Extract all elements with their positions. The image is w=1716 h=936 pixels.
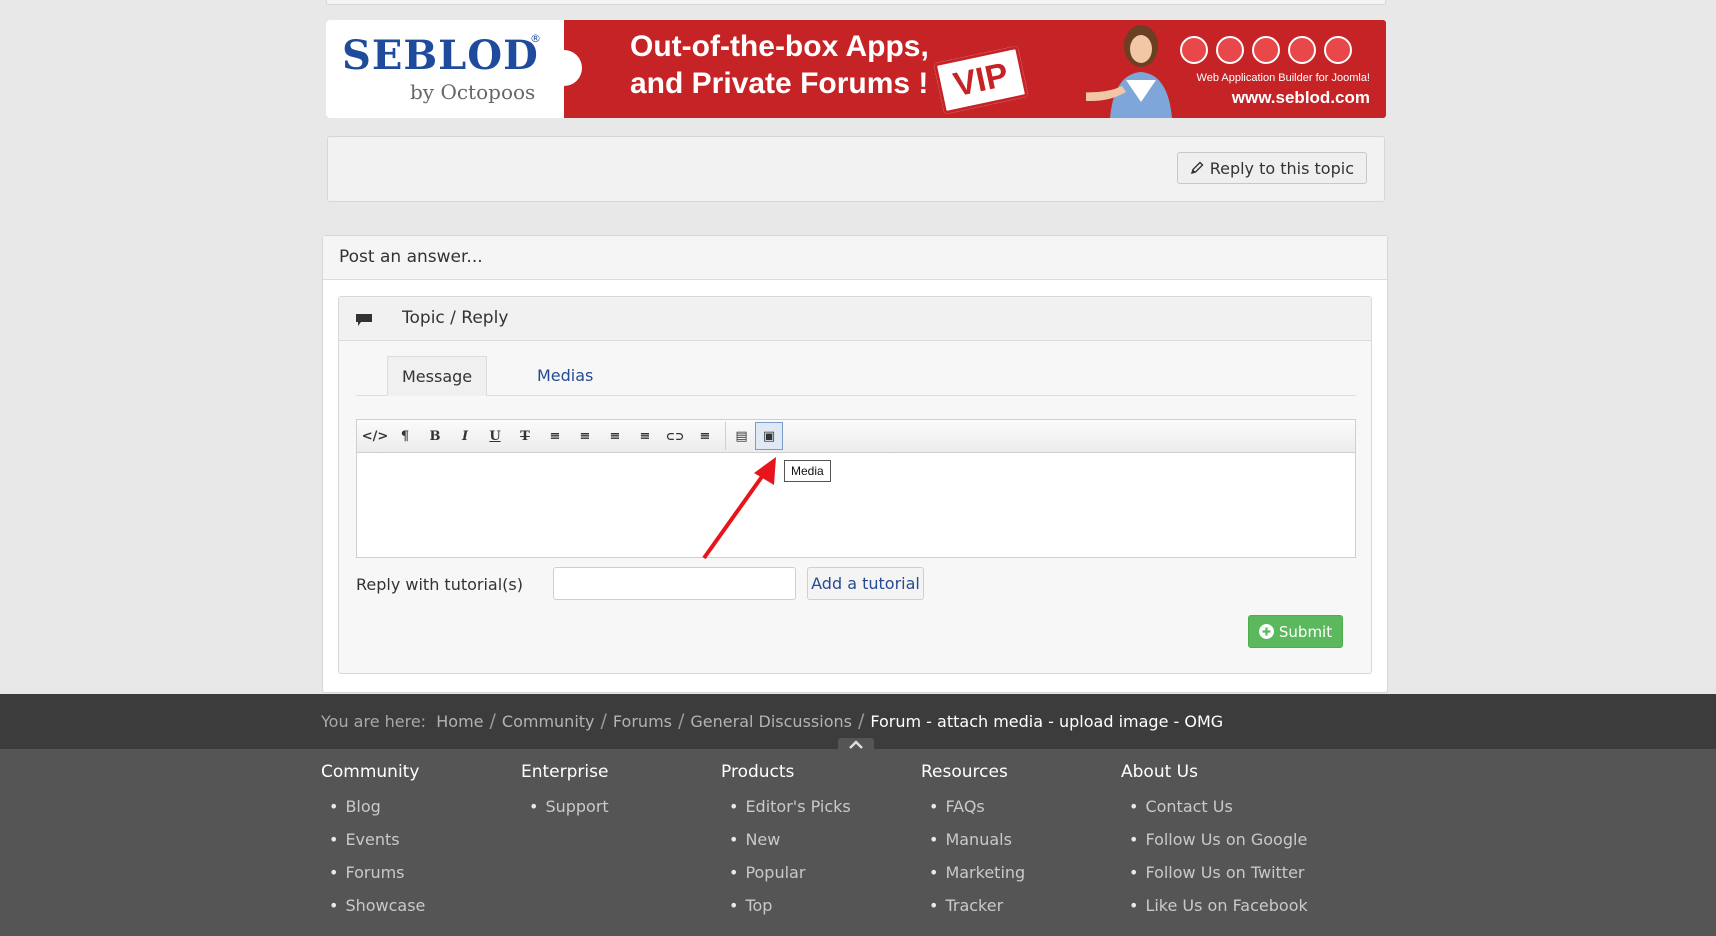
- paragraph-icon[interactable]: ¶: [391, 422, 419, 450]
- editor-toolbar: </> ¶ B I U T ≡ ≡ ≡ ≡ ⊂⊃ ≡ ▤ ▣: [357, 420, 1355, 453]
- seblod-logo: SEBLOD: [342, 32, 539, 79]
- site-footer: Community Blog Events Forums Showcase En…: [0, 749, 1716, 936]
- footer-heading: Products: [721, 762, 795, 782]
- breadcrumb-community[interactable]: Community: [502, 712, 595, 731]
- footer-link-contact-us[interactable]: Contact Us: [1129, 796, 1351, 829]
- add-tutorial-button[interactable]: Add a tutorial: [807, 567, 924, 600]
- registered-mark: ®: [530, 32, 541, 45]
- footer-link-twitter[interactable]: Follow Us on Twitter: [1129, 862, 1351, 895]
- footer-heading: Resources: [921, 762, 1008, 782]
- tab-message[interactable]: Message: [387, 356, 488, 396]
- outdent-icon[interactable]: ≡: [601, 422, 629, 450]
- vip-badge: VIP: [933, 45, 1029, 115]
- topic-actions-panel: Reply to this topic: [327, 136, 1385, 202]
- footer-link-google[interactable]: Follow Us on Google: [1129, 829, 1351, 862]
- banner-headline-line1: Out-of-the-box Apps,: [630, 30, 929, 63]
- align-icon[interactable]: ≡: [691, 422, 719, 450]
- submit-label: Submit: [1278, 622, 1333, 641]
- media-tooltip: Media: [784, 460, 831, 482]
- footer-link-forums[interactable]: Forums: [329, 862, 511, 895]
- pencil-icon: [1190, 161, 1204, 175]
- bulleted-list-icon[interactable]: ≡: [541, 422, 569, 450]
- banner-notch: [546, 50, 582, 86]
- banner-feature-icons: [1180, 36, 1352, 64]
- footer-heading: About Us: [1121, 762, 1198, 782]
- seblod-logo-subtitle: by Octopoos: [410, 80, 536, 104]
- seblod-ad-banner[interactable]: SEBLOD ® by Octopoos Out-of-the-box Apps…: [326, 20, 1386, 118]
- banner-headline: Out-of-the-box Apps, and Private Forums …: [630, 28, 929, 102]
- footer-column-about-us: About Us Contact Us Follow Us on Google …: [1121, 762, 1351, 928]
- post-answer-panel: Post an answer... Topic / Reply Message …: [322, 235, 1388, 693]
- underline-icon[interactable]: U: [481, 422, 509, 450]
- bold-icon[interactable]: B: [421, 422, 449, 450]
- topic-reply-header: Topic / Reply: [339, 297, 1371, 341]
- footer-link-marketing[interactable]: Marketing: [929, 862, 1111, 895]
- footer-column-community: Community Blog Events Forums Showcase: [321, 762, 511, 928]
- breadcrumb: You are here: Home / Community / Forums / Gene…: [321, 710, 1224, 732]
- previous-panel-edge: [326, 0, 1386, 5]
- tutorial-label: Reply with tutorial(s): [356, 575, 523, 594]
- link-icon[interactable]: ⊂⊃: [661, 422, 689, 450]
- tab-medias[interactable]: Medias: [523, 356, 607, 396]
- chat-bubble-icon: [356, 314, 372, 326]
- microscope-icon: [1324, 36, 1352, 64]
- lock-icon: [1252, 36, 1280, 64]
- strikethrough-icon[interactable]: T: [511, 422, 539, 450]
- brush-icon: [1216, 36, 1244, 64]
- topic-reply-title: Topic / Reply: [402, 308, 509, 328]
- breadcrumb-prefix: You are here:: [321, 712, 427, 731]
- breadcrumb-general-discussions[interactable]: General Discussions: [690, 712, 852, 731]
- footer-heading: Community: [321, 762, 420, 782]
- reply-to-topic-button[interactable]: Reply to this topic: [1176, 152, 1367, 184]
- footer-link-faqs[interactable]: FAQs: [929, 796, 1111, 829]
- annotation-arrow-icon: [702, 457, 776, 560]
- footer-link-top[interactable]: Top: [729, 895, 911, 928]
- breadcrumb-bar: You are here: Home / Community / Forums / Gene…: [0, 694, 1716, 750]
- chevron-up-icon: [849, 739, 863, 749]
- pen-icon: [1180, 36, 1208, 64]
- footer-column-products: Products Editor's Picks New Popular Top: [721, 762, 911, 928]
- footer-column-resources: Resources FAQs Manuals Marketing Tracker: [921, 762, 1111, 928]
- topic-reply-box: Topic / Reply Message Medias </> ¶ B I U…: [338, 296, 1372, 674]
- reply-to-topic-label: Reply to this topic: [1209, 158, 1354, 178]
- footer-link-events[interactable]: Events: [329, 829, 511, 862]
- page-break-icon[interactable]: ▤: [725, 422, 753, 450]
- breadcrumb-current: Forum - attach media - upload image - OM…: [870, 712, 1224, 731]
- plus-circle-icon: [1258, 624, 1274, 639]
- footer-link-facebook[interactable]: Like Us on Facebook: [1129, 895, 1351, 928]
- footer-column-enterprise: Enterprise Support: [521, 762, 711, 829]
- banner-url: www.seblod.com: [1231, 88, 1370, 107]
- banner-headline-line2: and Private Forums !: [630, 67, 929, 100]
- submit-button[interactable]: Submit: [1248, 615, 1343, 648]
- indent-icon[interactable]: ≡: [631, 422, 659, 450]
- italic-icon[interactable]: I: [451, 422, 479, 450]
- footer-link-new[interactable]: New: [729, 829, 911, 862]
- editor-tabs: Message Medias: [356, 356, 1356, 396]
- paint-roller-icon: [1288, 36, 1316, 64]
- footer-link-manuals[interactable]: Manuals: [929, 829, 1111, 862]
- banner-tagline: Web Application Builder for Joomla!: [1196, 72, 1370, 84]
- post-answer-heading: Post an answer...: [323, 236, 1387, 280]
- footer-link-editors-picks[interactable]: Editor's Picks: [729, 796, 911, 829]
- footer-link-tracker[interactable]: Tracker: [929, 895, 1111, 928]
- footer-link-showcase[interactable]: Showcase: [329, 895, 511, 928]
- footer-link-blog[interactable]: Blog: [329, 796, 511, 829]
- code-icon[interactable]: </>: [361, 422, 389, 450]
- media-icon[interactable]: ▣: [755, 422, 783, 450]
- footer-heading: Enterprise: [521, 762, 609, 782]
- tutorial-input[interactable]: [553, 567, 796, 600]
- footer-link-support[interactable]: Support: [529, 796, 711, 829]
- breadcrumb-home[interactable]: Home: [436, 712, 483, 731]
- footer-link-popular[interactable]: Popular: [729, 862, 911, 895]
- breadcrumb-forums[interactable]: Forums: [613, 712, 672, 731]
- message-editor[interactable]: </> ¶ B I U T ≡ ≡ ≡ ≡ ⊂⊃ ≡ ▤ ▣: [356, 419, 1356, 558]
- numbered-list-icon[interactable]: ≡: [571, 422, 599, 450]
